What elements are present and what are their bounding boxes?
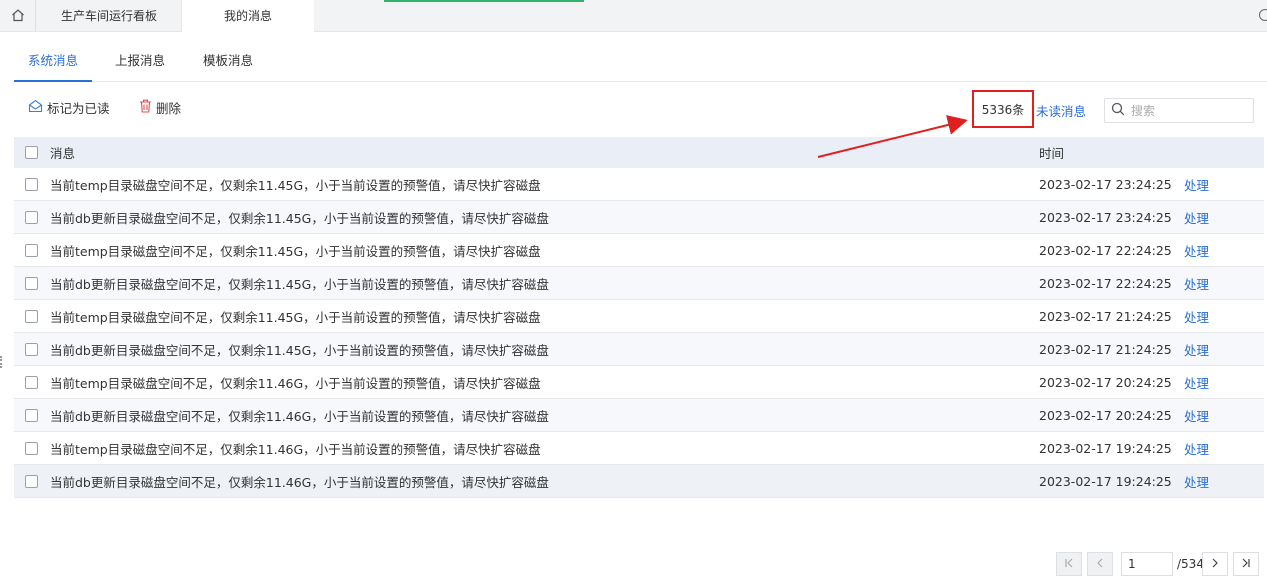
row-checkbox[interactable]: [25, 474, 38, 488]
active-indicator: [384, 0, 584, 2]
process-link[interactable]: 处理: [1184, 175, 1209, 194]
trash-icon: [139, 98, 152, 120]
total-pages: /534: [1177, 557, 1204, 571]
row-time: 2023-02-17 20:24:25: [1039, 407, 1172, 423]
process-link[interactable]: 处理: [1184, 307, 1209, 326]
chevron-left-icon: [1095, 557, 1105, 571]
select-all-checkbox[interactable]: [25, 146, 38, 159]
prev-page-button[interactable]: [1087, 552, 1113, 576]
table-row: 当前temp目录磁盘空间不足，仅剩余11.45G，小于当前设置的预警值，请尽快扩…: [14, 300, 1264, 333]
tab-system-messages[interactable]: 系统消息: [14, 40, 92, 82]
row-message: 当前temp目录磁盘空间不足，仅剩余11.46G，小于当前设置的预警值，请尽快扩…: [50, 375, 541, 391]
table-row: 当前temp目录磁盘空间不足，仅剩余11.46G，小于当前设置的预警值，请尽快扩…: [14, 366, 1264, 399]
home-button[interactable]: [0, 0, 36, 32]
row-checkbox[interactable]: [25, 276, 38, 290]
message-count: 5336条: [972, 90, 1034, 128]
close-icon[interactable]: [1259, 9, 1267, 21]
row-message: 当前db更新目录磁盘空间不足，仅剩余11.46G，小于当前设置的预警值，请尽快扩…: [50, 408, 549, 424]
row-message: 当前db更新目录磁盘空间不足，仅剩余11.45G，小于当前设置的预警值，请尽快扩…: [50, 276, 549, 292]
mark-read-button[interactable]: 标记为已读: [28, 98, 110, 120]
header-time: 时间: [1039, 146, 1065, 161]
search-input[interactable]: [1131, 103, 1241, 118]
process-link[interactable]: 处理: [1184, 340, 1209, 359]
search-icon: [1111, 102, 1125, 119]
process-link[interactable]: 处理: [1184, 439, 1209, 458]
row-checkbox[interactable]: [25, 441, 38, 455]
row-time: 2023-02-17 21:24:25: [1039, 308, 1172, 324]
search-box[interactable]: [1104, 98, 1254, 123]
delete-label: 删除: [156, 101, 182, 116]
row-time: 2023-02-17 22:24:25: [1039, 275, 1172, 291]
process-link[interactable]: 处理: [1184, 373, 1209, 392]
messages-table: 消息 时间 当前temp目录磁盘空间不足，仅剩余11.45G，小于当前设置的预警…: [14, 137, 1264, 498]
process-link[interactable]: 处理: [1184, 208, 1209, 227]
table-row: 当前db更新目录磁盘空间不足，仅剩余11.45G，小于当前设置的预警值，请尽快扩…: [14, 267, 1264, 300]
table-row: 当前temp目录磁盘空间不足，仅剩余11.45G，小于当前设置的预警值，请尽快扩…: [14, 234, 1264, 267]
first-page-icon: [1064, 557, 1074, 571]
resize-handle[interactable]: [0, 356, 2, 368]
last-page-button[interactable]: [1233, 552, 1259, 576]
header-message: 消息: [50, 146, 76, 161]
row-checkbox[interactable]: [25, 210, 38, 224]
row-time: 2023-02-17 19:24:25: [1039, 473, 1172, 489]
table-header: 消息 时间: [14, 137, 1264, 168]
row-message: 当前temp目录磁盘空间不足，仅剩余11.45G，小于当前设置的预警值，请尽快扩…: [50, 243, 541, 259]
row-time: 2023-02-17 19:24:25: [1039, 440, 1172, 456]
unread-messages-link[interactable]: 未读消息: [1036, 101, 1086, 120]
last-page-icon: [1241, 557, 1251, 571]
top-tab-my-messages[interactable]: 我的消息: [182, 0, 314, 33]
row-time: 2023-02-17 23:24:25: [1039, 209, 1172, 225]
row-time: 2023-02-17 20:24:25: [1039, 374, 1172, 390]
tab-template-messages[interactable]: 模板消息: [192, 40, 264, 82]
home-icon: [11, 8, 25, 25]
chevron-right-icon: [1210, 557, 1220, 571]
top-tab-workshop-board[interactable]: 生产车间运行看板: [37, 0, 182, 32]
envelope-open-icon: [28, 98, 43, 120]
row-message: 当前db更新目录磁盘空间不足，仅剩余11.45G，小于当前设置的预警值，请尽快扩…: [50, 342, 549, 358]
row-message: 当前db更新目录磁盘空间不足，仅剩余11.45G，小于当前设置的预警值，请尽快扩…: [50, 210, 549, 226]
table-row: 当前temp目录磁盘空间不足，仅剩余11.45G，小于当前设置的预警值，请尽快扩…: [14, 168, 1264, 201]
row-message: 当前temp目录磁盘空间不足，仅剩余11.46G，小于当前设置的预警值，请尽快扩…: [50, 441, 541, 457]
page-number-input[interactable]: [1121, 552, 1173, 576]
mark-read-label: 标记为已读: [47, 101, 110, 116]
row-message: 当前temp目录磁盘空间不足，仅剩余11.45G，小于当前设置的预警值，请尽快扩…: [50, 177, 541, 193]
table-row: 当前db更新目录磁盘空间不足，仅剩余11.45G，小于当前设置的预警值，请尽快扩…: [14, 333, 1264, 366]
row-checkbox[interactable]: [25, 408, 38, 422]
row-checkbox[interactable]: [25, 243, 38, 257]
row-checkbox[interactable]: [25, 342, 38, 356]
process-link[interactable]: 处理: [1184, 406, 1209, 425]
row-checkbox[interactable]: [25, 177, 38, 191]
delete-button[interactable]: 删除: [139, 98, 181, 120]
process-link[interactable]: 处理: [1184, 241, 1209, 260]
message-type-tabs: 系统消息 上报消息 模板消息: [14, 40, 1267, 82]
first-page-button[interactable]: [1056, 552, 1082, 576]
table-row: 当前db更新目录磁盘空间不足，仅剩余11.45G，小于当前设置的预警值，请尽快扩…: [14, 201, 1264, 234]
next-page-button[interactable]: [1202, 552, 1228, 576]
row-checkbox[interactable]: [25, 375, 38, 389]
process-link[interactable]: 处理: [1184, 274, 1209, 293]
row-time: 2023-02-17 22:24:25: [1039, 242, 1172, 258]
row-time: 2023-02-17 23:24:25: [1039, 176, 1172, 192]
row-message: 当前temp目录磁盘空间不足，仅剩余11.45G，小于当前设置的预警值，请尽快扩…: [50, 309, 541, 325]
table-row: 当前db更新目录磁盘空间不足，仅剩余11.46G，小于当前设置的预警值，请尽快扩…: [14, 465, 1264, 498]
row-time: 2023-02-17 21:24:25: [1039, 341, 1172, 357]
row-message: 当前db更新目录磁盘空间不足，仅剩余11.46G，小于当前设置的预警值，请尽快扩…: [50, 474, 549, 490]
process-link[interactable]: 处理: [1184, 472, 1209, 491]
table-row: 当前temp目录磁盘空间不足，仅剩余11.46G，小于当前设置的预警值，请尽快扩…: [14, 432, 1264, 465]
row-checkbox[interactable]: [25, 309, 38, 323]
top-tab-bar: 生产车间运行看板 我的消息: [0, 0, 1267, 33]
table-row: 当前db更新目录磁盘空间不足，仅剩余11.46G，小于当前设置的预警值，请尽快扩…: [14, 399, 1264, 432]
tab-report-messages[interactable]: 上报消息: [104, 40, 176, 82]
messages-panel: 系统消息 上报消息 模板消息 标记为已读 删除 5336条 未读消息 消息 时间…: [4, 40, 1267, 576]
